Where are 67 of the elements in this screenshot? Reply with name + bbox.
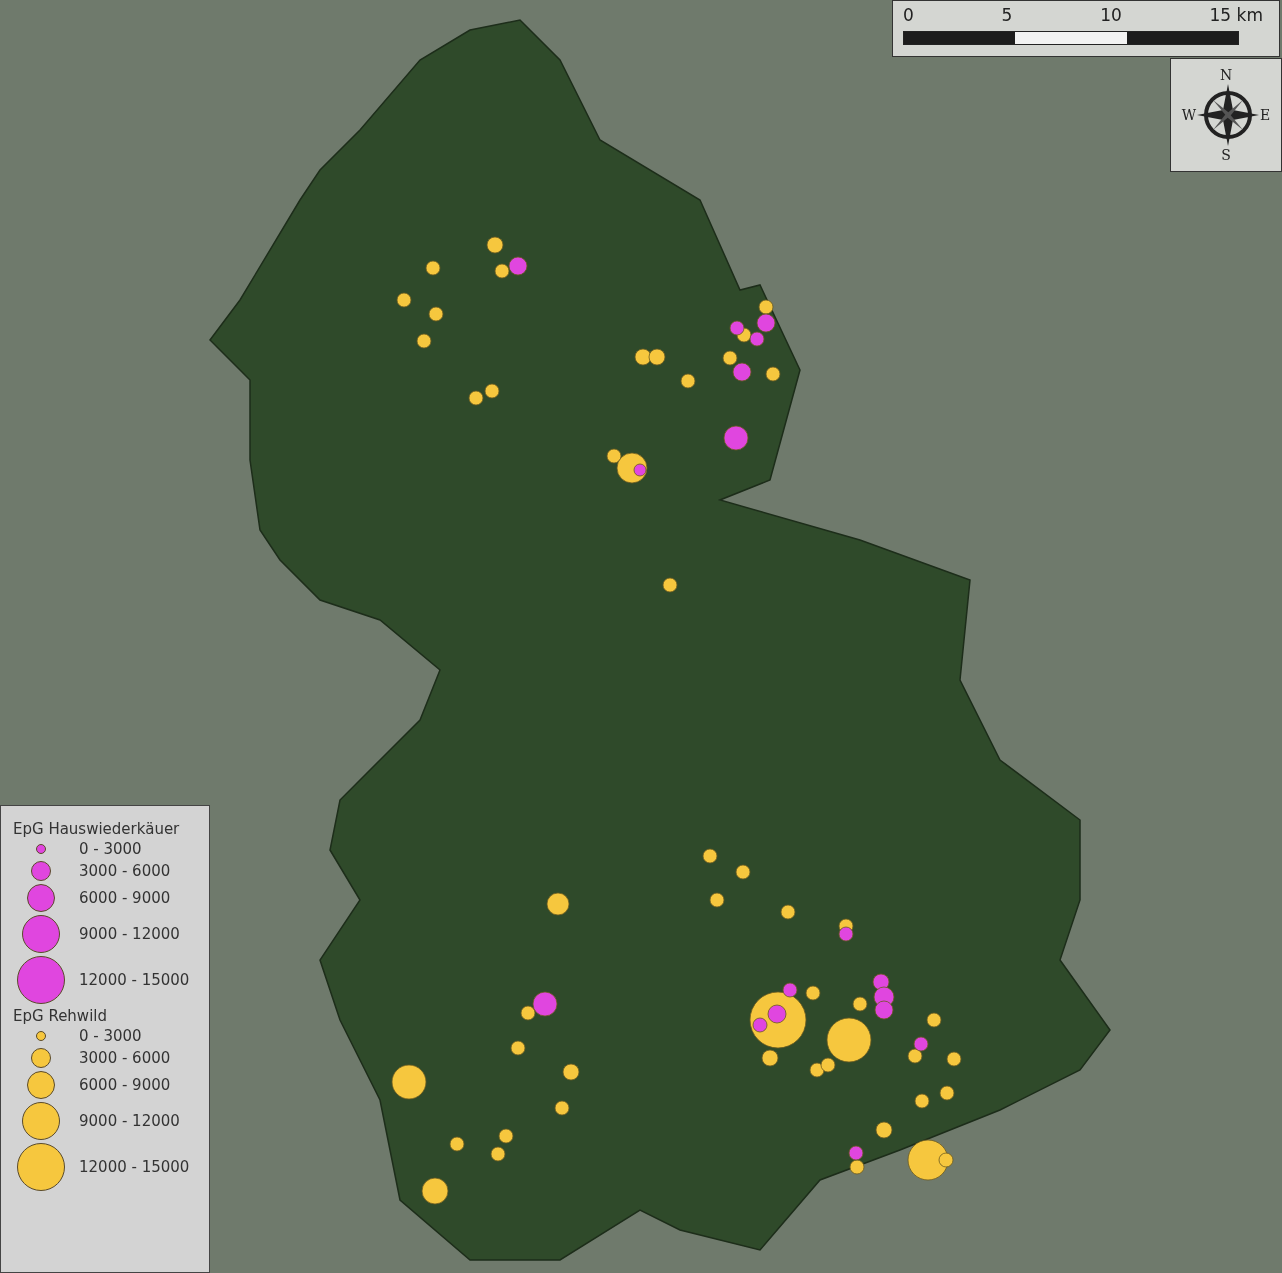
map-point <box>391 1064 427 1100</box>
map-point <box>498 1128 514 1144</box>
legend-title: EpG Hauswiederkäuer <box>13 820 181 838</box>
map-point <box>722 350 738 366</box>
map-point <box>421 1177 449 1205</box>
map-point <box>872 973 890 991</box>
map-point <box>732 362 752 382</box>
map-point <box>425 260 441 276</box>
map-point <box>723 425 749 451</box>
map-point <box>702 848 718 864</box>
map-point <box>484 383 500 399</box>
map-point <box>709 892 725 908</box>
scale-label: 5 <box>1001 5 1013 25</box>
scale-label: 10 <box>1100 5 1122 25</box>
map-point <box>914 1093 930 1109</box>
map-point <box>926 1012 942 1028</box>
legend-label: 0 - 3000 <box>79 840 142 858</box>
map-point <box>939 1085 955 1101</box>
compass-label: S <box>1221 147 1231 163</box>
map-point <box>758 299 774 315</box>
map-point <box>554 1100 570 1116</box>
compass-label: N <box>1219 67 1233 83</box>
map-point <box>913 1036 929 1052</box>
map-point <box>838 926 854 942</box>
map-point <box>680 373 696 389</box>
scale-label: 15 km <box>1209 5 1263 25</box>
legend-label: 6000 - 9000 <box>79 889 171 907</box>
legend-label: 3000 - 6000 <box>79 862 171 880</box>
map-point <box>735 864 751 880</box>
map-point <box>494 263 510 279</box>
map-point <box>490 1146 506 1162</box>
map-point <box>428 306 444 322</box>
map-point <box>662 577 678 593</box>
legend-label: 12000 - 15000 <box>79 971 190 989</box>
legend-label: 3000 - 6000 <box>79 1049 171 1067</box>
legend-label: 9000 - 12000 <box>79 925 180 943</box>
scale-label: 0 <box>903 5 914 25</box>
map-point <box>486 236 504 254</box>
map-point <box>546 892 570 916</box>
legend-label: 0 - 3000 <box>79 1027 142 1045</box>
map-point <box>416 333 432 349</box>
map-point <box>562 1063 580 1081</box>
map-point <box>946 1051 962 1067</box>
map-point <box>848 1145 864 1161</box>
map-point <box>874 1000 894 1020</box>
map-point <box>508 256 528 276</box>
legend-label: 12000 - 15000 <box>79 1158 190 1176</box>
map-point <box>468 390 484 406</box>
legend-label: 9000 - 12000 <box>79 1112 180 1130</box>
map-point <box>634 348 652 366</box>
map-point <box>510 1040 526 1056</box>
map-point <box>780 904 796 920</box>
legend-label: 6000 - 9000 <box>79 1076 171 1094</box>
map-point <box>852 996 868 1012</box>
map-point <box>729 320 745 336</box>
compass-label: W <box>1181 107 1197 123</box>
map-point <box>756 313 776 333</box>
map-point <box>875 1121 893 1139</box>
map-point <box>907 1048 923 1064</box>
map-point <box>749 331 765 347</box>
map-point <box>765 366 781 382</box>
legend-title: EpG Rehwild <box>13 1007 108 1025</box>
map-point <box>849 1159 865 1175</box>
compass-label: E <box>1260 107 1271 123</box>
map-point <box>396 292 412 308</box>
map-point <box>648 348 666 366</box>
map-point <box>449 1136 465 1152</box>
